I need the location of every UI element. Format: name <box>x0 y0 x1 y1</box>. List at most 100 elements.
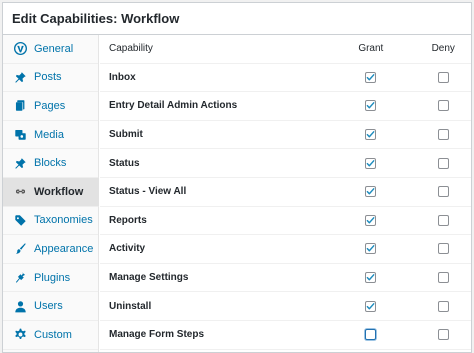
wordpress-icon <box>13 42 27 56</box>
capabilities-table: Capability Grant Deny Inbox Entry Detail … <box>100 35 471 352</box>
user-icon <box>13 299 27 313</box>
sidebar-item-label: Pages <box>34 99 66 112</box>
sidebar-item-label: Blocks <box>34 157 67 170</box>
deny-checkbox[interactable] <box>437 272 449 284</box>
header-capability: Capability <box>109 43 153 55</box>
grant-checkbox[interactable] <box>365 100 377 112</box>
grant-checkbox[interactable] <box>365 186 377 198</box>
link-icon <box>13 185 27 199</box>
edit-capabilities-panel: Edit Capabilities: Workflow General Posts… <box>2 2 472 353</box>
deny-checkbox[interactable] <box>437 100 449 112</box>
deny-cell <box>415 243 471 255</box>
sidebar-item-general[interactable]: General <box>3 35 98 64</box>
grant-cell <box>326 300 415 312</box>
capability-name: Inbox <box>109 71 136 83</box>
grant-checkbox[interactable] <box>365 214 377 226</box>
deny-cell <box>415 214 471 226</box>
panel-title: Edit Capabilities: Workflow <box>3 3 471 35</box>
deny-cell <box>415 71 471 83</box>
deny-cell <box>415 272 471 284</box>
grant-cell <box>326 129 415 141</box>
deny-cell <box>415 329 471 341</box>
deny-cell <box>415 129 471 141</box>
grant-checkbox[interactable] <box>365 243 377 255</box>
sidebar-item-workflow[interactable]: Workflow <box>3 177 99 207</box>
sidebar-item-label: Users <box>34 300 63 313</box>
table-row: Activity <box>100 235 471 264</box>
deny-checkbox[interactable] <box>437 129 449 141</box>
deny-cell <box>415 100 471 112</box>
sidebar-item-blocks[interactable]: Blocks <box>3 149 98 178</box>
capability-name: Activity <box>109 243 146 255</box>
sidebar-item-label: Posts <box>34 71 62 84</box>
sidebar-item-pages[interactable]: Pages <box>3 92 98 121</box>
grant-checkbox[interactable] <box>365 300 377 312</box>
header-grant: Grant <box>358 43 384 55</box>
tag-icon <box>13 213 27 227</box>
grant-cell <box>326 157 415 169</box>
deny-checkbox[interactable] <box>437 186 449 198</box>
sidebar-item-users[interactable]: Users <box>3 292 98 321</box>
sidebar-item-appearance[interactable]: Appearance <box>3 235 98 264</box>
table-row: Inbox <box>100 64 471 93</box>
deny-checkbox[interactable] <box>437 300 449 312</box>
grant-cell <box>326 329 415 341</box>
table-header: Capability Grant Deny <box>100 35 471 64</box>
table-row: Submit <box>100 121 471 150</box>
grant-cell <box>326 243 415 255</box>
deny-checkbox[interactable] <box>437 243 449 255</box>
capability-name: Status <box>109 157 140 169</box>
media-icon <box>13 128 27 142</box>
capability-name: Uninstall <box>109 300 152 312</box>
grant-checkbox[interactable] <box>365 329 377 341</box>
deny-checkbox[interactable] <box>437 329 449 341</box>
grant-cell <box>326 272 415 284</box>
capability-name: Manage Form Steps <box>109 329 205 341</box>
grant-checkbox[interactable] <box>365 129 377 141</box>
capability-name: Reports <box>109 214 147 226</box>
sidebar-item-label: Media <box>34 128 64 141</box>
table-row: Status <box>100 149 471 178</box>
header-deny: Deny <box>431 43 455 55</box>
table-row: Status - View All <box>100 178 471 207</box>
sidebar-item-label: Workflow <box>34 185 84 198</box>
grant-cell <box>326 100 415 112</box>
pages-icon <box>13 99 27 113</box>
deny-checkbox[interactable] <box>437 157 449 169</box>
grant-cell <box>326 186 415 198</box>
grant-checkbox[interactable] <box>365 157 377 169</box>
sidebar-item-label: Appearance <box>34 242 94 255</box>
deny-cell <box>415 157 471 169</box>
plugin-icon <box>13 271 27 285</box>
table-row: Manage Settings <box>100 264 471 293</box>
capability-name: Entry Detail Admin Actions <box>109 100 238 112</box>
sidebar-item-plugins[interactable]: Plugins <box>3 264 98 293</box>
grant-cell <box>326 71 415 83</box>
deny-cell <box>415 300 471 312</box>
sidebar-item-label: General <box>34 42 74 55</box>
grant-checkbox[interactable] <box>365 272 377 284</box>
pin-icon <box>13 70 27 84</box>
deny-checkbox[interactable] <box>437 214 449 226</box>
sidebar-item-label: Custom <box>34 328 72 341</box>
capability-groups-sidebar: General Posts Pages Media Blocks Workflow Taxo… <box>3 35 99 352</box>
sidebar-item-posts[interactable]: Posts <box>3 64 98 93</box>
sidebar-item-media[interactable]: Media <box>3 121 98 150</box>
deny-checkbox[interactable] <box>437 71 449 83</box>
brush-icon <box>13 242 27 256</box>
capability-name: Submit <box>109 129 143 141</box>
capability-name: Status - View All <box>109 186 187 198</box>
grant-cell <box>326 214 415 226</box>
pin-icon <box>13 156 27 170</box>
capability-name: Manage Settings <box>109 272 189 284</box>
sidebar-item-custom[interactable]: Custom <box>3 321 98 350</box>
table-row: Uninstall <box>100 292 471 321</box>
sidebar-item-label: Plugins <box>34 271 71 284</box>
gear-icon <box>13 328 27 342</box>
deny-cell <box>415 186 471 198</box>
sidebar-item-taxonomies[interactable]: Taxonomies <box>3 207 98 236</box>
grant-checkbox[interactable] <box>365 71 377 83</box>
table-row: Manage Form Steps <box>100 321 471 350</box>
table-row: Reports <box>100 207 471 236</box>
table-row: Entry Detail Admin Actions <box>100 92 471 121</box>
